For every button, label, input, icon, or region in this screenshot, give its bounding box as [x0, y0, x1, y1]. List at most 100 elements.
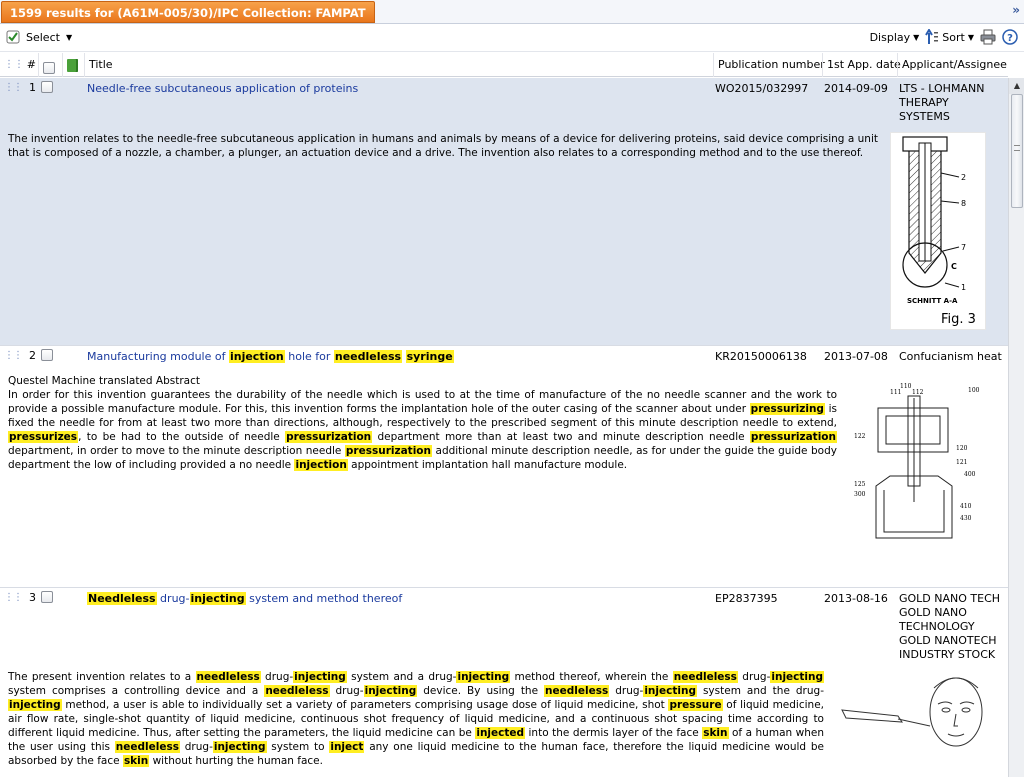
table-row[interactable]: ⋮⋮ 2 Manufacturing module of injection h… — [0, 346, 1008, 588]
print-icon[interactable] — [980, 29, 996, 45]
highlighted-keyword: pressurizes — [8, 431, 79, 443]
select-all-checkbox[interactable] — [43, 61, 55, 74]
highlighted-keyword: Needleless — [87, 592, 157, 605]
column-header-number: # — [26, 58, 36, 71]
figure-label: 2 — [961, 173, 966, 182]
sort-dropdown[interactable]: Sort ▼ — [925, 29, 974, 45]
abstract-block: Questel Machine translated Abstract In o… — [8, 374, 837, 472]
drag-handle-icon[interactable]: ⋮⋮ — [4, 82, 23, 93]
result-title-link[interactable]: Needleless drug-injecting system and met… — [87, 592, 402, 605]
figure-label: 122 — [854, 433, 866, 440]
highlighted-keyword: pressurization — [344, 445, 432, 457]
publication-number: WO2015/032997 — [715, 82, 809, 95]
figure-caption: Fig. 3 — [941, 312, 976, 327]
highlighted-keyword: injecting — [8, 699, 62, 711]
app-date: 2014-09-09 — [824, 82, 888, 95]
abstract-label: Questel Machine translated Abstract — [8, 375, 200, 387]
results-tab[interactable]: 1599 results for (A61M-005/30)/IPC Colle… — [1, 1, 375, 23]
highlighted-keyword: needleless — [114, 741, 180, 753]
publication-number: KR20150006138 — [715, 350, 807, 363]
result-title-link[interactable]: Needle-free subcutaneous application of … — [87, 82, 358, 95]
toolbar: Select ▼ Display ▼ Sort ▼ ? — [0, 25, 1024, 52]
column-header-book — [62, 53, 84, 77]
assignee: LTS - LOHMANN THERAPY SYSTEMS — [899, 82, 1005, 124]
patent-drawing-image — [841, 677, 983, 747]
figure-label: 111 — [890, 389, 901, 396]
figure-label: 121 — [956, 459, 967, 466]
column-header-publication-number[interactable]: Publication number — [713, 53, 825, 77]
row-number: 3 — [29, 591, 36, 604]
highlighted-keyword: injected — [475, 727, 526, 739]
assignee-line: LTS - LOHMANN — [899, 82, 985, 95]
assignee-line: GOLD NANO TECH — [899, 592, 1001, 605]
row-checkbox[interactable] — [41, 81, 53, 93]
row-checkbox[interactable] — [41, 349, 53, 361]
assignee-line: THERAPY — [899, 96, 949, 109]
assignee-line: Confucianism heat — [899, 350, 1002, 363]
scroll-grip-icon — [1014, 145, 1020, 151]
column-header-app-date[interactable]: 1st App. date — [822, 53, 901, 77]
highlighted-keyword: needleless — [195, 671, 261, 683]
highlighted-keyword: pressurization — [749, 431, 837, 443]
vertical-scrollbar[interactable]: ▲ — [1008, 78, 1024, 777]
chevron-down-icon: ▼ — [913, 32, 920, 42]
highlighted-keyword: skin — [122, 755, 150, 767]
assignee: Confucianism heat — [899, 350, 1005, 364]
figure-label: 1 — [961, 283, 966, 292]
result-title-link[interactable]: Manufacturing module of injection hole f… — [87, 350, 454, 363]
help-icon[interactable]: ? — [1002, 29, 1018, 45]
highlighted-keyword: needleless — [544, 685, 610, 697]
highlighted-keyword: pressurization — [285, 431, 373, 443]
results-list: ⋮⋮ 1 Needle-free subcutaneous applicatio… — [0, 78, 1008, 777]
results-table-header: ⋮⋮ # Title Publication number 1st App. d… — [0, 53, 1008, 77]
assignee-line: GOLD NANOTECH — [899, 634, 997, 647]
scroll-up-arrow-icon[interactable]: ▲ — [1009, 78, 1024, 94]
highlighted-keyword: needleless — [333, 350, 403, 363]
figure-section-label: SCHNITT A-A — [907, 297, 958, 305]
highlighted-keyword: injection — [294, 459, 348, 471]
table-row[interactable]: ⋮⋮ 1 Needle-free subcutaneous applicatio… — [0, 78, 1008, 346]
sort-label: Sort — [942, 30, 965, 44]
svg-text:?: ? — [1007, 33, 1013, 44]
book-icon — [67, 58, 78, 72]
assignee-line: SYSTEMS — [899, 110, 950, 123]
drag-handle-icon[interactable]: ⋮⋮ — [4, 592, 23, 603]
display-dropdown[interactable]: Display ▼ — [870, 31, 920, 44]
scroll-thumb[interactable] — [1011, 94, 1023, 208]
figure-label: 112 — [912, 389, 924, 396]
column-header-title[interactable]: Title — [84, 53, 713, 77]
highlighted-keyword: injecting — [293, 671, 347, 683]
highlighted-keyword: injecting — [770, 671, 825, 683]
select-dropdown[interactable]: Select ▼ — [6, 30, 72, 44]
figure-label: 125 — [854, 481, 866, 488]
figure-label: 110 — [900, 383, 912, 390]
drag-handle-icon[interactable]: ⋮⋮ — [4, 350, 23, 361]
patent-drawing[interactable]: 2 8 7 C 1 SCHNITT A-A Fig. 3 — [890, 132, 986, 330]
collapse-button[interactable]: » — [1012, 3, 1020, 17]
highlighted-keyword: skin — [702, 727, 729, 739]
figure-label: 400 — [964, 471, 976, 478]
checkmark-icon — [6, 30, 20, 44]
table-row[interactable]: ⋮⋮ 3 Needleless drug-injecting system an… — [0, 588, 1008, 777]
row-checkbox[interactable] — [41, 591, 53, 603]
figure-label: 430 — [960, 515, 972, 522]
figure-label: 300 — [854, 491, 866, 498]
patent-drawing[interactable] — [838, 670, 986, 762]
figure-label: 120 — [956, 445, 968, 452]
assignee: GOLD NANO TECH GOLD NANO TECHNOLOGY GOLD… — [899, 592, 1005, 662]
assignee-line: INDUSTRY STOCK — [899, 648, 996, 661]
select-label: Select — [26, 30, 60, 44]
highlighted-keyword: syringe — [405, 350, 454, 363]
chevron-down-icon: ▼ — [967, 32, 974, 42]
column-header-assignee[interactable]: Applicant/Assignee — [897, 53, 1007, 77]
abstract-text: The invention relates to the needle-free… — [8, 133, 878, 159]
figure-label: 8 — [961, 199, 966, 208]
abstract-text: The present invention relates to a needl… — [8, 671, 825, 767]
row-number: 2 — [29, 349, 36, 362]
highlighted-keyword: needleless — [672, 671, 738, 683]
highlighted-keyword: pressurizing — [749, 403, 825, 415]
patent-drawing[interactable]: 110 111 112 100 122 120 121 125 300 400 … — [848, 378, 986, 554]
highlighted-keyword: injecting — [189, 592, 246, 605]
abstract-text: In order for this invention guarantees t… — [8, 389, 837, 471]
assignee-line: TECHNOLOGY — [899, 620, 975, 633]
